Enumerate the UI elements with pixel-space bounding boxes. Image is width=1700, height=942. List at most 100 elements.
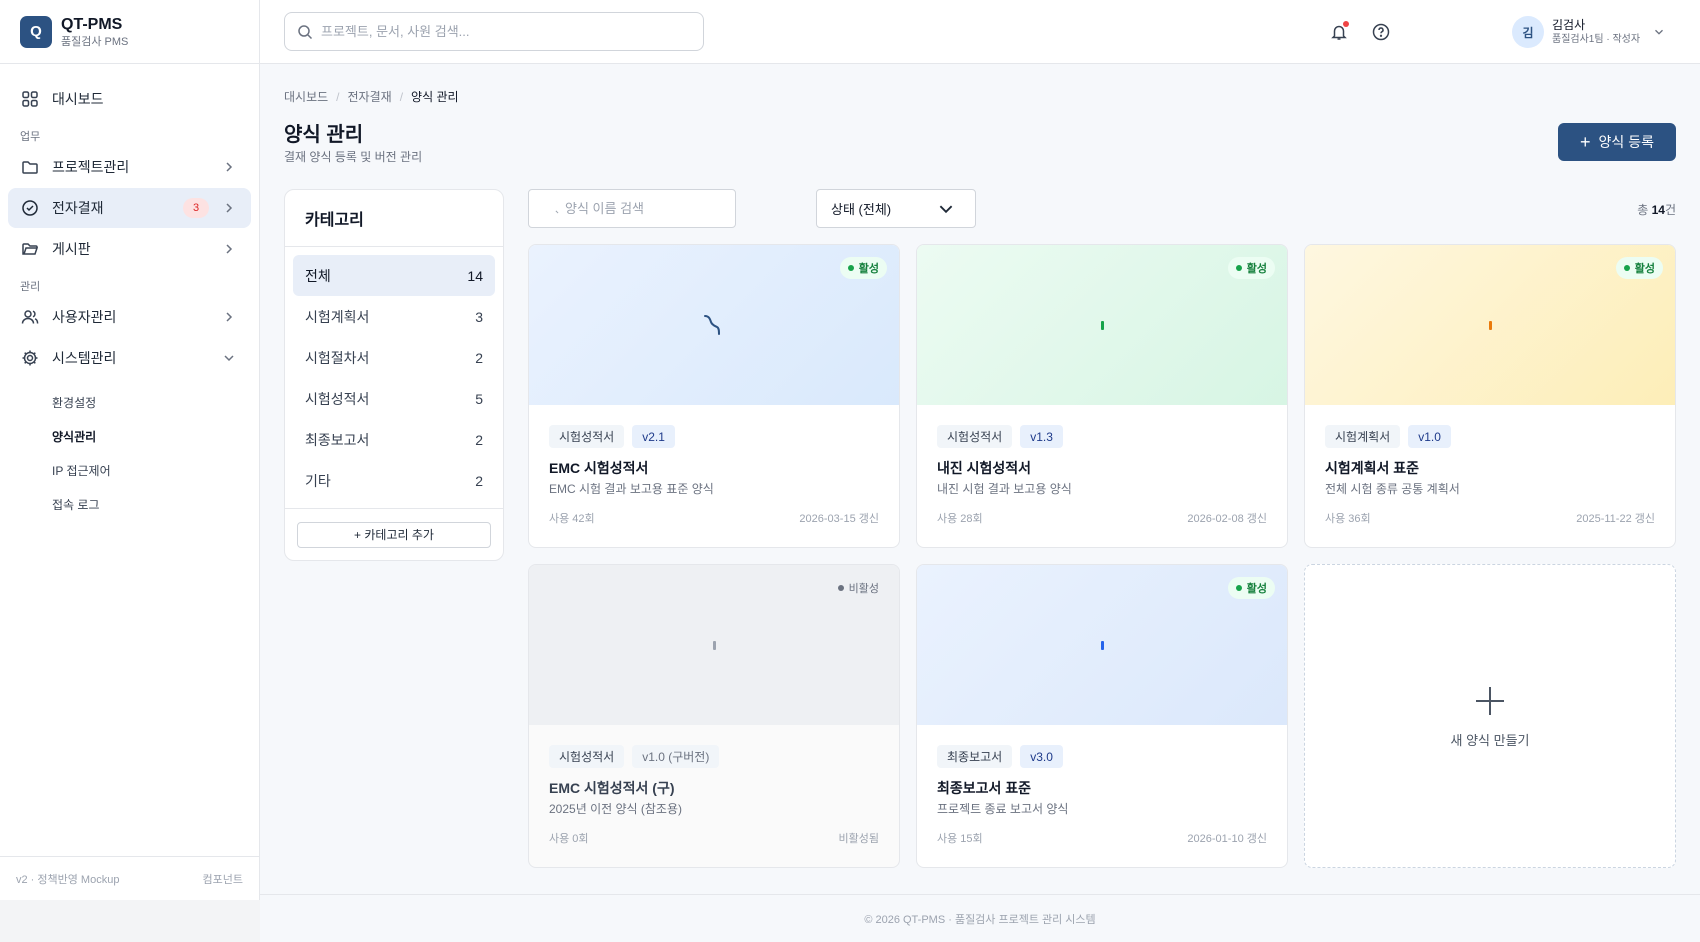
usage-count: 사용 0회 <box>549 833 589 845</box>
form-card[interactable]: 비활성 시험성적서 v1.0 (구버전) EMC 시험성적서 (구) 2025년 … <box>528 564 900 868</box>
updated-date: 2026-01-10 갱신 <box>1187 833 1267 845</box>
breadcrumb-separator: / <box>399 89 404 104</box>
chevron-right-icon <box>226 162 233 172</box>
status-text: 활성 <box>1246 263 1267 275</box>
category-label: 시험성적서 <box>305 390 370 407</box>
thumbnail-mark <box>712 640 716 650</box>
status-text: 활성 <box>1634 263 1655 275</box>
nav-item-approval[interactable]: 전자결재 3 <box>8 188 251 228</box>
form-card[interactable]: 활성 시험계획서 v1.0 시험계획서 표준 전체 시험 종류 공통 계획서 사용… <box>1304 244 1676 548</box>
status-badge: 활성 <box>1227 257 1275 279</box>
new-form-label: 새 양식 만들기 <box>1450 732 1530 748</box>
status-filter-select[interactable]: 상태 (전체) <box>816 189 976 228</box>
breadcrumb-item[interactable]: 대시보드 <box>284 88 328 105</box>
form-name: 시험계획서 표준 <box>1325 460 1420 476</box>
page-subtitle: 결재 양식 등록 및 버전 관리 <box>284 150 423 164</box>
status-badge: 활성 <box>1227 577 1275 599</box>
folder-icon <box>20 157 40 177</box>
category-item[interactable]: 최종보고서 2 <box>293 419 495 460</box>
brand-name: QT-PMS <box>61 15 123 33</box>
components-link[interactable]: 컴포넌트 <box>203 871 243 887</box>
avatar: 김 <box>1512 16 1544 48</box>
breadcrumb-current: 양식 관리 <box>411 90 459 104</box>
add-form-button[interactable]: + 양식 등록 <box>1558 123 1676 161</box>
category-label: 시험절차서 <box>305 349 370 366</box>
new-form-card[interactable]: 새 양식 만들기 <box>1304 564 1676 868</box>
sub-item-settings[interactable]: 환경설정 <box>0 385 259 419</box>
category-item[interactable]: 시험계획서 3 <box>293 296 495 337</box>
form-card[interactable]: 활성 시험성적서 v2.1 EMC 시험성적서 EMC 시험 결과 보고용 표준 … <box>528 244 900 548</box>
form-search[interactable] <box>528 189 736 228</box>
category-item[interactable]: 시험절차서 2 <box>293 337 495 378</box>
chevron-right-icon <box>226 203 233 213</box>
category-item[interactable]: 전체 14 <box>293 255 495 296</box>
breadcrumb: 대시보드 / 전자결재 / 양식 관리 <box>284 88 459 105</box>
total-count: 총 14건 <box>1637 201 1676 218</box>
category-panel: 카테고리 전체 14 시험계획서 3 시험절차서 2 시험성적서 5 최종보고서 2 기타… <box>284 189 504 561</box>
sidebar-footer: v2 · 정책반영 Mockup 컴포넌트 <box>0 856 259 900</box>
usage-count: 사용 42회 <box>549 513 595 525</box>
version-tag: v2.1 <box>632 425 675 448</box>
category-label: 기타 <box>305 472 331 489</box>
user-menu[interactable]: 김 김검사 품질검사1팀 · 작성자 <box>1512 16 1666 48</box>
version-tag: v3.0 <box>1020 745 1063 768</box>
category-count: 2 <box>475 472 483 489</box>
total-suffix: 건 <box>1664 203 1676 217</box>
nav-item-board[interactable]: 게시판 <box>8 229 251 269</box>
status-badge: 활성 <box>1615 257 1663 279</box>
nav-item-users[interactable]: 사용자관리 <box>8 297 251 337</box>
brand-subtitle: 품질검사 PMS <box>61 35 129 48</box>
sub-item-access-log[interactable]: 접속 로그 <box>0 487 259 521</box>
version-tag: v1.3 <box>1020 425 1063 448</box>
status-text: 활성 <box>1246 583 1267 595</box>
form-name: 내진 시험성적서 <box>937 460 1032 476</box>
notification-button[interactable] <box>1328 21 1350 43</box>
nav-item-project[interactable]: 프로젝트관리 <box>8 147 251 187</box>
breadcrumb-separator: / <box>336 89 340 104</box>
card-thumbnail: 활성 <box>917 245 1287 405</box>
notification-dot <box>1343 21 1349 27</box>
updated-date: 2026-02-08 갱신 <box>1187 513 1267 525</box>
form-card[interactable]: 활성 최종보고서 v3.0 최종보고서 표준 프로젝트 종료 보고서 양식 사용 … <box>916 564 1288 868</box>
nav-label: 전자결재 <box>52 200 104 216</box>
global-search[interactable] <box>284 12 704 51</box>
help-button[interactable] <box>1370 21 1392 43</box>
thumbnail-mark <box>1100 320 1104 330</box>
breadcrumb-item[interactable]: 전자결재 <box>348 88 392 105</box>
add-category-button[interactable]: + 카테고리 추가 <box>297 521 491 548</box>
category-count: 3 <box>475 308 483 325</box>
nav-menu: 대시보드 업무 프로젝트관리 전자결재 3 게시판 관리 사용자관리 시스템관리… <box>0 64 259 521</box>
brand[interactable]: Q QT-PMS 품질검사 PMS <box>0 0 259 64</box>
category-item[interactable]: 시험성적서 5 <box>293 378 495 419</box>
nav-label: 시스템관리 <box>52 350 117 366</box>
nav-label: 사용자관리 <box>52 309 117 325</box>
user-name: 김검사 <box>1552 18 1586 32</box>
thumbnail-mark <box>1488 320 1492 330</box>
loading-spinner-icon <box>704 315 720 335</box>
version-tag: v1.0 (구버전) <box>632 745 720 768</box>
nav-item-system[interactable]: 시스템관리 <box>8 338 251 378</box>
sub-item-form-management[interactable]: 양식관리 <box>0 419 259 453</box>
nav-item-dashboard[interactable]: 대시보드 <box>8 79 251 119</box>
chevron-down-icon <box>224 355 234 362</box>
category-tag: 시험성적서 <box>937 425 1013 448</box>
category-tag: 시험성적서 <box>549 425 625 448</box>
category-count: 5 <box>475 390 483 407</box>
nav-group-work: 업무 <box>20 131 41 143</box>
nav-label: 게시판 <box>52 241 91 257</box>
usage-count: 사용 15회 <box>937 833 983 845</box>
card-thumbnail: 활성 <box>1305 245 1675 405</box>
updated-date: 2025-11-22 갱신 <box>1576 513 1655 525</box>
folder-open-icon <box>20 239 40 259</box>
global-search-input[interactable] <box>321 24 681 39</box>
sub-item-ip-access[interactable]: IP 접근제어 <box>0 453 259 487</box>
category-label: 시험계획서 <box>305 308 370 325</box>
thumbnail-mark <box>1100 640 1104 650</box>
form-search-input[interactable] <box>565 201 735 216</box>
usage-count: 사용 28회 <box>937 513 983 525</box>
category-item[interactable]: 기타 2 <box>293 460 495 501</box>
form-description: 프로젝트 종료 보고서 양식 <box>937 802 1069 816</box>
form-card[interactable]: 활성 시험성적서 v1.3 내진 시험성적서 내진 시험 결과 보고용 양식 사용… <box>916 244 1288 548</box>
page-footer: © 2026 QT-PMS · 품질검사 프로젝트 관리 시스템 <box>260 894 1700 942</box>
version-label: v2 · 정책반영 Mockup <box>16 873 120 886</box>
